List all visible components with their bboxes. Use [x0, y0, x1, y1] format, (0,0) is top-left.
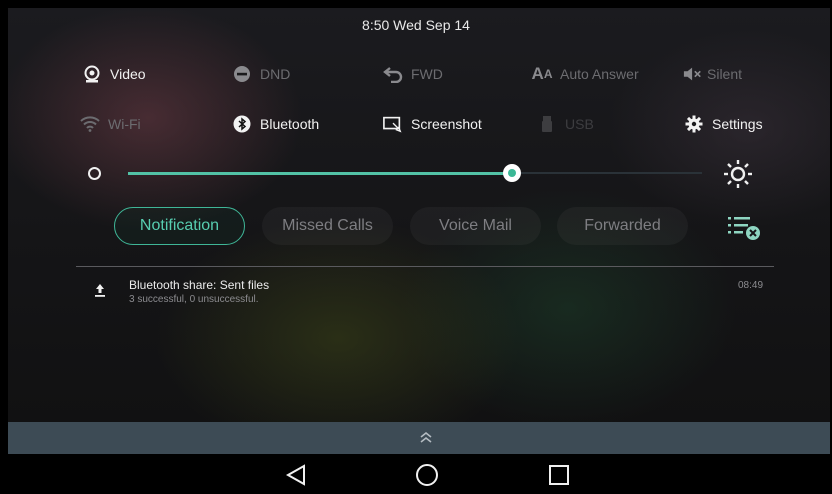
usb-icon [537, 114, 557, 134]
forward-icon [383, 64, 403, 84]
dnd-label: DND [260, 66, 291, 82]
back-icon [285, 464, 305, 486]
brightness-slider-track[interactable] [512, 172, 702, 174]
brightness-low-icon [88, 167, 101, 180]
tab-forwarded-label: Forwarded [584, 217, 661, 234]
recents-icon [549, 465, 569, 485]
wifi-toggle[interactable]: Wi-Fi [80, 114, 141, 134]
brightness-high-icon [724, 160, 752, 188]
auto-answer-icon: AA [531, 64, 553, 83]
video-label: Video [110, 66, 146, 82]
home-button[interactable] [414, 462, 440, 488]
recents-button[interactable] [546, 462, 572, 488]
gear-icon [684, 114, 704, 134]
usb-toggle[interactable]: USB [537, 114, 594, 134]
silent-toggle[interactable]: Silent [683, 64, 742, 84]
settings-label: Settings [712, 116, 763, 132]
wifi-icon [80, 114, 100, 134]
back-button[interactable] [283, 462, 309, 488]
brightness-slider-thumb[interactable] [503, 164, 521, 182]
video-icon [82, 64, 102, 84]
tab-notification-label: Notification [139, 217, 220, 234]
brightness-slider-filled[interactable] [128, 172, 512, 175]
screenshot-button[interactable]: Screenshot [383, 114, 482, 134]
settings-button[interactable]: Settings [684, 114, 763, 134]
tab-voice-mail[interactable]: Voice Mail [410, 207, 541, 245]
tab-missed-calls-label: Missed Calls [282, 217, 373, 234]
notification-shade: 8:50 Wed Sep 14 Video DND FWD AA Auto An… [0, 0, 832, 494]
tab-voice-mail-label: Voice Mail [439, 217, 512, 234]
tab-forwarded[interactable]: Forwarded [557, 207, 688, 245]
bluetooth-toggle[interactable]: Bluetooth [232, 114, 319, 134]
screenshot-icon [383, 114, 403, 134]
double-chevron-up-icon[interactable] [419, 431, 433, 445]
tab-missed-calls[interactable]: Missed Calls [262, 207, 393, 245]
video-toggle[interactable]: Video [82, 64, 146, 84]
dnd-toggle[interactable]: DND [232, 64, 290, 84]
fwd-label: FWD [411, 66, 443, 82]
home-icon [416, 464, 438, 486]
auto-answer-label: Auto Answer [560, 66, 639, 82]
wifi-label: Wi-Fi [108, 116, 141, 132]
screenshot-label: Screenshot [411, 116, 482, 132]
upload-icon [95, 284, 105, 297]
notification-subtitle: 3 successful, 0 unsuccessful. [129, 294, 259, 305]
bluetooth-icon [232, 114, 252, 134]
notification-title: Bluetooth share: Sent files [129, 278, 270, 292]
list-divider [76, 266, 774, 267]
tab-notification[interactable]: Notification [114, 207, 245, 245]
silent-label: Silent [707, 66, 743, 82]
mute-icon [683, 64, 703, 84]
clear-all-icon[interactable] [728, 215, 762, 241]
notification-time: 08:49 [738, 280, 764, 291]
dnd-icon [232, 64, 252, 84]
status-time: 8:50 Wed Sep 14 [362, 17, 470, 33]
bluetooth-label: Bluetooth [260, 116, 320, 132]
auto-answer-toggle[interactable]: AA Auto Answer [532, 64, 639, 84]
fwd-toggle[interactable]: FWD [383, 64, 443, 84]
usb-label: USB [565, 116, 594, 132]
